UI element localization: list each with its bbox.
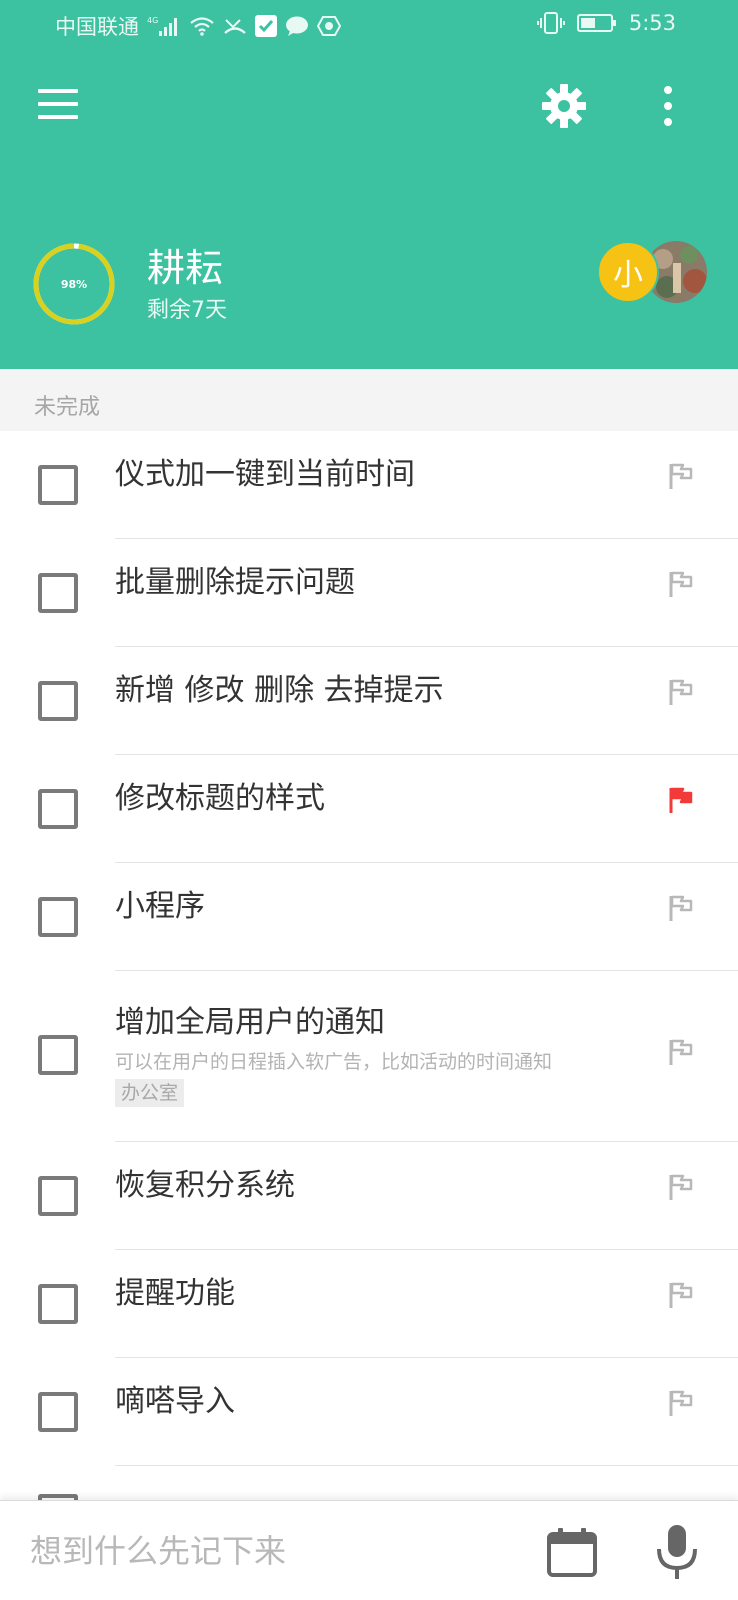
task-checkbox[interactable] bbox=[38, 897, 78, 937]
task-title: 新增 修改 删除 去掉提示 bbox=[115, 673, 444, 708]
task-title: 小程序 bbox=[115, 889, 205, 924]
task-item[interactable]: 仪式加一键到当前时间 bbox=[0, 431, 738, 539]
project-title: 耕耘 bbox=[147, 246, 224, 290]
task-note: 可以在用户的日程插入软广告，比如活动的时间通知 bbox=[115, 1051, 553, 1073]
battery-icon bbox=[576, 13, 617, 33]
chat-icon bbox=[285, 15, 309, 37]
gear-icon[interactable] bbox=[538, 80, 590, 132]
check-icon bbox=[255, 15, 277, 37]
quick-add-bar bbox=[0, 1500, 738, 1600]
status-bar: 中国联通 4G 5:53 bbox=[0, 0, 738, 50]
missed-call-icon bbox=[223, 16, 247, 36]
hamburger-menu-icon[interactable] bbox=[30, 80, 84, 128]
flag-icon[interactable] bbox=[668, 678, 694, 706]
task-item[interactable]: 提醒功能 bbox=[0, 1250, 738, 1358]
task-item[interactable]: 增加全局用户的通知 可以在用户的日程插入软广告，比如活动的时间通知 办公室 bbox=[0, 971, 738, 1142]
task-list: 仪式加一键到当前时间 批量删除提示问题 新增 修改 删除 去掉提示 修改标题的样… bbox=[0, 431, 738, 1466]
flag-icon[interactable] bbox=[668, 1389, 694, 1417]
task-checkbox[interactable] bbox=[38, 681, 78, 721]
progress-label: 98% bbox=[60, 277, 88, 291]
task-tag[interactable]: 办公室 bbox=[115, 1079, 185, 1107]
task-item[interactable]: 嘀嗒导入 bbox=[0, 1358, 738, 1466]
calendar-icon[interactable] bbox=[546, 1527, 598, 1577]
carrier-label: 中国联通 bbox=[55, 15, 139, 39]
more-vertical-icon[interactable] bbox=[638, 78, 698, 134]
flag-icon[interactable] bbox=[668, 1038, 694, 1066]
task-title: 批量删除提示问题 bbox=[115, 565, 355, 600]
task-title: 嘀嗒导入 bbox=[115, 1384, 235, 1419]
task-checkbox[interactable] bbox=[38, 465, 78, 505]
flag-icon[interactable] bbox=[668, 570, 694, 598]
task-checkbox[interactable] bbox=[38, 1035, 78, 1075]
wifi-icon bbox=[189, 16, 215, 36]
task-checkbox[interactable] bbox=[38, 1284, 78, 1324]
task-item[interactable]: 修改标题的样式 bbox=[0, 755, 738, 863]
task-checkbox[interactable] bbox=[38, 573, 78, 613]
task-title: 修改标题的样式 bbox=[115, 781, 325, 816]
task-title: 增加全局用户的通知 bbox=[115, 1005, 385, 1040]
flag-icon-active[interactable] bbox=[668, 786, 694, 814]
microphone-icon[interactable] bbox=[654, 1523, 700, 1581]
avatar-initial[interactable]: 小 bbox=[597, 241, 659, 303]
shield-icon bbox=[317, 15, 341, 37]
task-checkbox[interactable] bbox=[38, 1392, 78, 1432]
flag-icon[interactable] bbox=[668, 1173, 694, 1201]
signal-icon: 4G bbox=[147, 15, 181, 37]
flag-icon[interactable] bbox=[668, 1281, 694, 1309]
task-item[interactable]: 小程序 bbox=[0, 863, 738, 971]
project-header: 98% 耕耘 剩余7天 小 bbox=[0, 50, 738, 369]
task-title: 仪式加一键到当前时间 bbox=[115, 457, 415, 492]
task-checkbox[interactable] bbox=[38, 789, 78, 829]
days-remaining: 剩余7天 bbox=[147, 298, 227, 323]
section-title: 未完成 bbox=[34, 395, 101, 420]
section-header-incomplete: 未完成 bbox=[0, 369, 738, 431]
flag-icon[interactable] bbox=[668, 894, 694, 922]
status-time: 5:53 bbox=[628, 11, 676, 35]
svg-text:4G: 4G bbox=[147, 16, 158, 25]
task-title: 提醒功能 bbox=[115, 1276, 235, 1311]
task-item[interactable]: 恢复积分系统 bbox=[0, 1142, 738, 1250]
task-item[interactable]: 批量删除提示问题 bbox=[0, 539, 738, 647]
quick-add-input[interactable] bbox=[30, 1523, 510, 1579]
vibrate-icon bbox=[536, 11, 565, 35]
flag-icon[interactable] bbox=[668, 462, 694, 490]
task-title: 恢复积分系统 bbox=[115, 1168, 295, 1203]
task-checkbox[interactable] bbox=[38, 1176, 78, 1216]
task-item[interactable]: 新增 修改 删除 去掉提示 bbox=[0, 647, 738, 755]
